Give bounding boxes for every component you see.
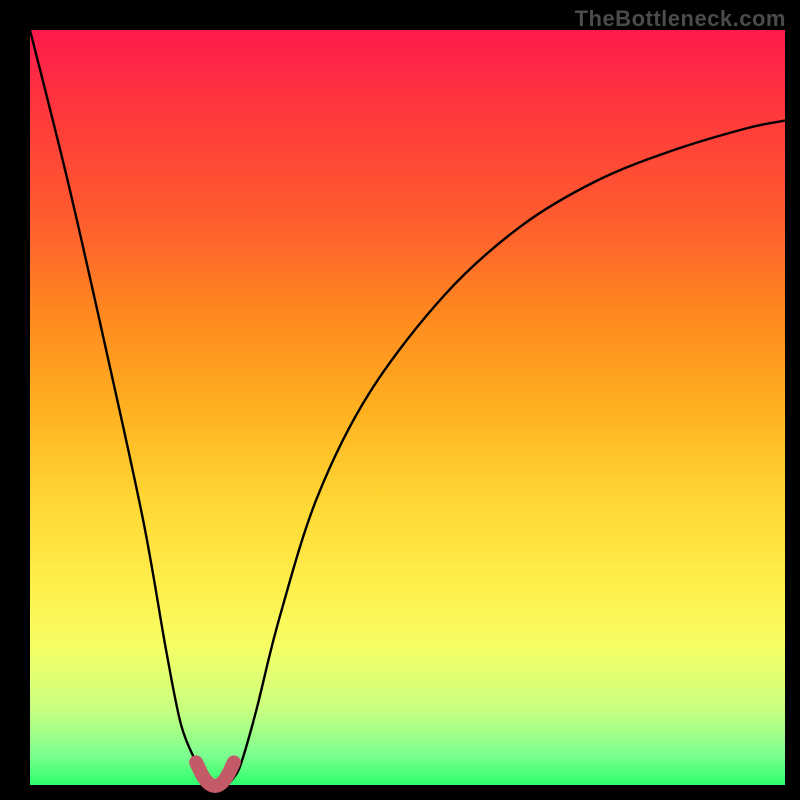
watermark-text: TheBottleneck.com: [575, 6, 786, 32]
chart-stage: TheBottleneck.com: [0, 0, 800, 800]
plot-area: [30, 30, 785, 785]
bottleneck-curve: [30, 30, 785, 786]
curve-svg: [30, 30, 785, 785]
good-zone-marker: [196, 762, 234, 786]
